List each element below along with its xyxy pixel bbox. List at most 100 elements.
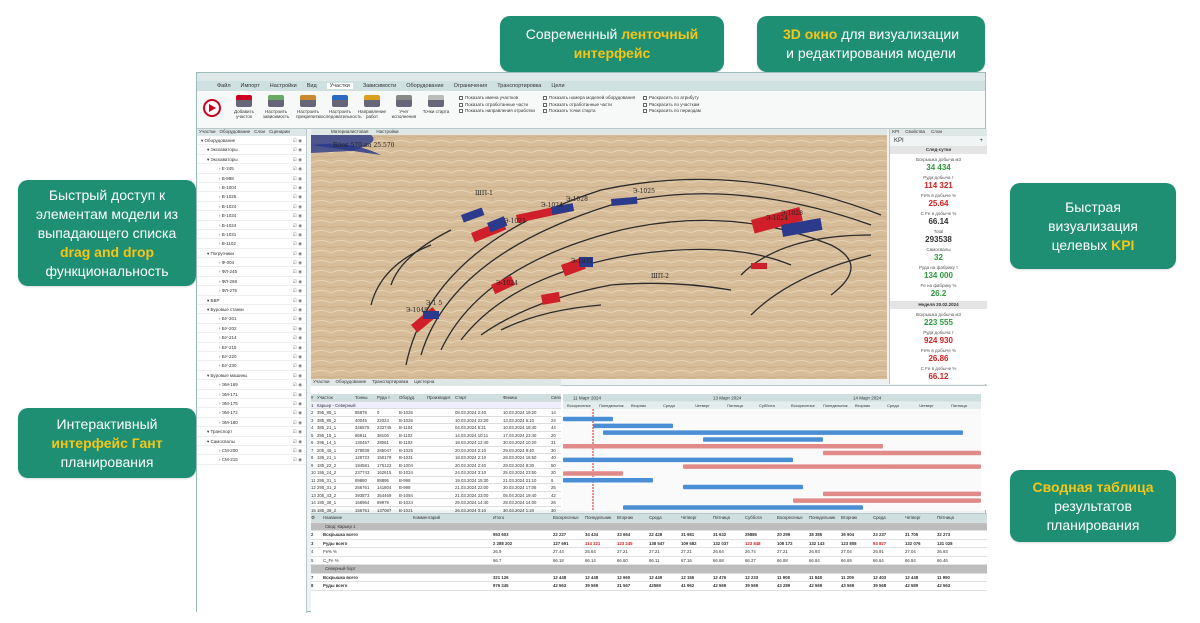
tree-item[interactable]: › СМ-215 ☑ ◉ [197, 455, 306, 465]
gantt-row[interactable]: 13 205_43_2 393873 354469 В-1094 21.03.2024 2… [311, 492, 561, 499]
menu-item[interactable]: Участки [326, 83, 353, 89]
visibility-icon[interactable]: ☑ ◉ [293, 155, 302, 164]
gantt-bar[interactable] [563, 416, 613, 422]
gantt-row[interactable]: 5 295_15_1 86911 38106 В-1102 14.03.2024 10:1… [311, 432, 561, 439]
tree-item[interactable]: › ФЛ-268 ☑ ◉ [197, 277, 306, 287]
gantt-bar[interactable] [563, 478, 653, 483]
tree-item[interactable]: › ЭМ-175 ☑ ◉ [197, 399, 306, 409]
visibility-icon[interactable]: ☑ ◉ [293, 267, 302, 276]
gantt-bar[interactable] [563, 457, 793, 463]
visibility-icon[interactable]: ☑ ◉ [293, 192, 302, 201]
visibility-icon[interactable]: ☑ ◉ [293, 286, 302, 295]
gantt-row[interactable]: 7 205_45_1 378839 285047 В-1025 20.03.2024 2:… [311, 447, 561, 454]
left-tab[interactable]: Оборудование [220, 129, 251, 136]
menu-item[interactable]: Цели [551, 83, 564, 89]
visibility-icon[interactable]: ☑ ◉ [293, 136, 302, 145]
gantt-row[interactable]: 14 195_38_1 168964 89979 В-1024 29.03.2024 14… [311, 499, 561, 507]
checkbox[interactable] [459, 96, 463, 101]
visibility-icon[interactable]: ☑ ◉ [293, 343, 302, 352]
left-tab[interactable]: Слои [254, 129, 265, 136]
visibility-icon[interactable]: ☑ ◉ [293, 221, 302, 230]
gantt-row[interactable]: 8 185_21_1 128723 150179 В-1031 18.03.2024 2:… [311, 454, 561, 462]
play-button[interactable] [203, 99, 221, 117]
tree-item[interactable]: › В-1026 ☑ ◉ [197, 192, 306, 202]
gantt-bar[interactable] [603, 430, 963, 435]
gantt-bar[interactable] [823, 491, 981, 497]
checkbox[interactable] [542, 102, 547, 107]
gantt-tab[interactable]: Оборудование [336, 379, 367, 386]
tree-item[interactable]: › БУ-230 ☑ ◉ [197, 361, 306, 371]
menu-item[interactable]: Оборудование [406, 83, 443, 89]
visibility-icon[interactable]: ☑ ◉ [293, 183, 302, 192]
menu-item[interactable]: Настройки [270, 83, 297, 89]
tree-item[interactable]: › В-1031 ☑ ◉ [197, 230, 306, 240]
tree-item[interactable]: › СМ-200 ☑ ◉ [197, 446, 306, 456]
checkbox-option[interactable]: Показать точки старта [542, 108, 635, 115]
gantt-bar[interactable] [793, 498, 981, 503]
tree-item[interactable]: ▾ Самосвалы ☑ ◉ [197, 437, 306, 446]
gantt-bar[interactable] [683, 484, 803, 490]
visibility-icon[interactable]: ☑ ◉ [293, 258, 302, 267]
tree-item[interactable]: › В-1004 ☑ ◉ [197, 183, 306, 193]
ribbon-button[interactable]: Учет исполнения [389, 95, 419, 119]
visibility-icon[interactable]: ☑ ◉ [293, 145, 302, 154]
visibility-icon[interactable]: ☑ ◉ [293, 211, 302, 220]
visibility-icon[interactable]: ☑ ◉ [293, 305, 302, 314]
3d-view[interactable]: Материалистовая Настройки Блок 570-на 25.… [311, 129, 887, 379]
tree-item[interactable]: › ЭМ-169 ☑ ◉ [197, 380, 306, 390]
gantt-row[interactable]: 4 385_21_1 346575 233745 В-1104 04.03.2024 6:… [311, 424, 561, 432]
kpi-tab[interactable]: Свойства [905, 129, 925, 136]
visibility-icon[interactable]: ☑ ◉ [293, 202, 302, 211]
ribbon-button[interactable]: Настроить последовательность [318, 95, 362, 119]
gantt-row[interactable]: 2 395_85_1 85878 0 В-1026 08.03.2024 2:40 10.0… [311, 409, 561, 417]
left-tab[interactable]: Сценарии [269, 129, 290, 136]
gantt-bar[interactable] [623, 505, 863, 510]
tree-item[interactable]: › БУ-202 ☑ ◉ [197, 324, 306, 334]
add-icon[interactable]: + [979, 136, 983, 146]
visibility-icon[interactable]: ☑ ◉ [293, 427, 302, 436]
tree-item[interactable]: › ЭМ-180 ☑ ◉ [197, 418, 306, 428]
gantt-bar[interactable] [683, 464, 981, 469]
visibility-icon[interactable]: ☑ ◉ [293, 164, 302, 173]
tree-item[interactable]: › В-1102 ☑ ◉ [197, 239, 306, 249]
gantt-bar[interactable] [563, 471, 623, 476]
checkbox[interactable] [542, 96, 547, 101]
gantt-tab[interactable]: Цистерна [414, 379, 434, 386]
checkbox[interactable] [542, 109, 547, 114]
tree-item[interactable]: › Ф-004 ☑ ◉ [197, 258, 306, 268]
checkbox[interactable] [459, 102, 463, 107]
visibility-icon[interactable]: ☑ ◉ [293, 333, 302, 342]
tree-item[interactable]: ▾ Оборудование ☑ ◉ [197, 136, 306, 146]
gantt-row[interactable]: 3 385_85_2 40045 22024 В-1026 10.03.2024 22:2… [311, 417, 561, 424]
checkbox[interactable] [643, 109, 648, 114]
tree-item[interactable]: ▾ Экскаваторы ☑ ◉ [197, 155, 306, 165]
checkbox-option[interactable]: Показать направления отработки [459, 108, 535, 115]
visibility-icon[interactable]: ☑ ◉ [293, 418, 302, 427]
ribbon-button[interactable]: Настроить зависимость [261, 95, 291, 119]
ribbon-button[interactable]: Точки старта [421, 95, 451, 119]
gantt-row[interactable]: 1 Карьер - Северный [311, 401, 561, 409]
tree-item[interactable]: › В-998 ☑ ◉ [197, 174, 306, 183]
menu-item[interactable]: Импорт [241, 83, 260, 89]
gantt-row[interactable]: 12 295_31_2 256761 141804 В-998 21.03.2024 22… [311, 484, 561, 492]
checkbox[interactable] [643, 102, 648, 107]
visibility-icon[interactable]: ☑ ◉ [293, 390, 302, 399]
visibility-icon[interactable]: ☑ ◉ [293, 249, 302, 258]
tree-item[interactable]: › ФЛ-275 ☑ ◉ [197, 286, 306, 296]
gantt-bar[interactable] [823, 450, 981, 456]
tree-item[interactable]: › ЭМ-171 ☑ ◉ [197, 390, 306, 399]
kpi-tab[interactable]: Слои [931, 129, 942, 136]
tree-item[interactable]: › В-1024 ☑ ◉ [197, 221, 306, 230]
tree-item[interactable]: ▾ БВР ☑ ◉ [197, 296, 306, 306]
visibility-icon[interactable]: ☑ ◉ [293, 296, 302, 305]
gantt-bar[interactable] [703, 437, 823, 442]
tree-item[interactable]: ▾ Погрузчики ☑ ◉ [197, 249, 306, 259]
visibility-icon[interactable]: ☑ ◉ [293, 324, 302, 333]
gantt-tab[interactable]: Участки [313, 379, 330, 386]
visibility-icon[interactable]: ☑ ◉ [293, 437, 302, 446]
visibility-icon[interactable]: ☑ ◉ [293, 446, 302, 455]
menu-item[interactable]: Вид [307, 83, 317, 89]
tree-item[interactable]: › ФЛ-245 ☑ ◉ [197, 267, 306, 277]
tree-item[interactable]: › БУ-201 ☑ ◉ [197, 314, 306, 324]
menu-item[interactable]: Зависимости [363, 83, 396, 89]
